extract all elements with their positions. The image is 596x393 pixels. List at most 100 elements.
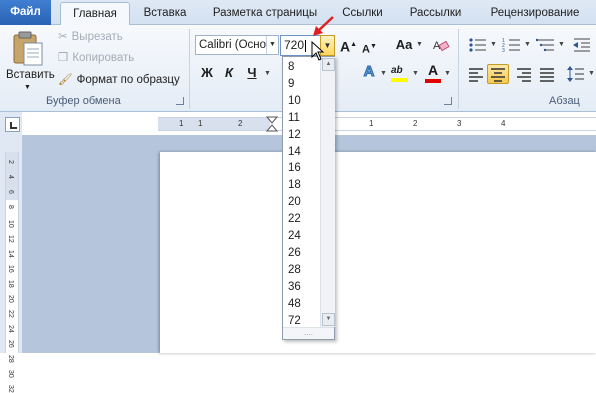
align-center-button[interactable] [487,64,509,84]
ruler-number: 26 [7,340,14,348]
chevron-down-icon[interactable]: ▼ [490,36,497,54]
dropdown-scrollbar[interactable]: ▲ ▼ [320,57,335,327]
ruler-number: 28 [7,355,14,363]
font-size-option[interactable]: 22 [286,211,320,228]
chevron-down-icon[interactable]: ▼ [380,65,387,83]
font-size-option[interactable]: 26 [286,245,320,262]
highlight-glyph: ab [391,65,403,76]
group-separator [458,29,459,109]
chevron-down-icon[interactable]: ▼ [266,36,278,54]
resize-grip[interactable]: .... [283,327,334,339]
chevron-down-icon[interactable]: ▼ [264,65,271,83]
ruler-number: 6 [7,190,14,194]
ruler-number: 1 [198,119,203,128]
align-left-icon [469,68,483,82]
ruler-number: 2 [7,160,14,164]
font-size-option[interactable]: 11 [286,110,320,127]
font-size-option[interactable]: 24 [286,228,320,245]
clear-formatting-button[interactable]: A [432,37,450,53]
justify-button[interactable] [537,65,557,83]
ruler-number: 1 [369,119,374,128]
font-name-combo[interactable]: Calibri (Осно ▼ [195,35,279,55]
tab-references[interactable]: Ссылки [335,2,390,25]
font-size-option[interactable]: 48 [286,296,320,313]
underline-button[interactable]: Ч [245,64,259,82]
chevron-down-icon[interactable]: ▼ [524,36,531,54]
align-left-button[interactable] [466,65,486,83]
chevron-down-icon[interactable]: ▼ [588,65,595,83]
numbering-icon: 1 2 3 [502,38,520,54]
font-size-option[interactable]: 20 [286,194,320,211]
text-cursor [305,39,307,52]
grow-font-glyph: A [340,38,351,55]
bold-button[interactable]: Ж [200,64,214,82]
font-size-list[interactable]: 8 9 10 11 12 14 16 18 20 22 24 26 28 36 48 72 ▲ ▼ .... [282,56,335,340]
font-size-option[interactable]: 36 [286,279,320,296]
ruler-number: 24 [7,325,14,333]
multilevel-list-button[interactable] [535,37,556,53]
font-size-option[interactable]: 12 [286,127,320,144]
clipboard-dialog-launcher[interactable] [176,97,184,105]
cut-button[interactable]: ✂ Вырезать [58,29,123,45]
chevron-down-icon[interactable]: ▼ [444,65,451,83]
ruler-number: 3 [457,119,462,128]
scroll-down-icon: ▼ [325,316,332,322]
clipboard-group-label: Буфер обмена [46,95,121,107]
font-name-value: Calibri (Осно [199,39,267,51]
font-size-option[interactable]: 28 [286,262,320,279]
ruler-number: 8 [7,205,14,209]
chevron-down-icon[interactable]: ▼ [412,65,419,83]
scroll-down-button[interactable]: ▼ [322,313,335,326]
decrease-indent-button[interactable] [572,37,592,53]
italic-button[interactable]: К [222,64,236,82]
tab-mailings[interactable]: Рассылки [403,2,468,25]
indent-marker-icon[interactable] [266,116,278,134]
tab-page-layout[interactable]: Разметка страницы [205,2,325,25]
text-effects-glyph: A [363,63,375,81]
line-spacing-icon [567,66,584,82]
ruler-number: 4 [7,175,14,179]
shrink-font-button[interactable]: A▼ [362,38,377,59]
font-color-button[interactable]: A [424,62,442,84]
chevron-down-icon[interactable]: ▼ [558,36,565,54]
font-size-option[interactable]: 8 [286,59,320,76]
line-spacing-button[interactable] [566,65,586,83]
shrink-font-glyph: A [362,43,370,56]
format-painter-label: Формат по образцу [76,74,180,87]
align-right-button[interactable] [514,65,534,83]
numbering-button[interactable]: 1 2 3 [502,37,522,54]
ruler-number: 2 [413,119,418,128]
ruler-number: 10 [7,220,14,228]
copy-icon: ❐ [58,52,69,64]
underline-glyph: Ч [247,65,257,80]
mouse-pointer-icon [311,41,325,61]
chevron-down-icon[interactable]: ▼ [416,36,423,54]
highlight-button[interactable]: ab [391,64,411,84]
grow-font-button[interactable]: A▲ [340,36,357,56]
ruler-number: 4 [501,119,506,128]
bullets-button[interactable] [468,37,488,53]
tab-file[interactable]: Файл [0,0,51,25]
font-size-option[interactable]: 10 [286,93,320,110]
font-color-glyph: A [427,62,439,78]
font-dialog-launcher[interactable] [444,97,452,105]
ribbon-tab-bar: Файл Главная Вставка Разметка страницы С… [0,0,596,26]
tab-stop-selector[interactable] [5,117,20,132]
font-size-option[interactable]: 18 [286,177,320,194]
tab-insert[interactable]: Вставка [135,2,195,25]
tab-review[interactable]: Рецензирование [480,2,590,25]
font-size-option[interactable]: 14 [286,144,320,161]
font-size-option[interactable]: 16 [286,160,320,177]
text-effects-button[interactable]: A [360,63,378,81]
paintbrush-icon: 🖌 [58,74,73,86]
format-painter-button[interactable]: 🖌 Формат по образцу [58,72,180,88]
copy-label: Копировать [72,52,135,65]
paste-button[interactable]: Вставить ▼ [4,27,55,91]
tab-home[interactable]: Главная [60,2,130,26]
copy-button[interactable]: ❐ Копировать [58,50,134,66]
font-size-option[interactable]: 9 [286,76,320,93]
italic-glyph: К [225,65,233,80]
change-case-button[interactable]: Aa [393,36,415,54]
ruler-number: 30 [7,370,14,378]
document-page[interactable] [160,152,596,353]
